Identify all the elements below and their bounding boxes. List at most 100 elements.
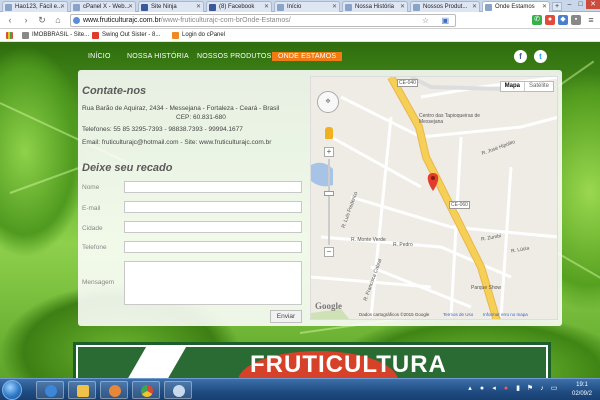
bookmark-label: Login do cPanel bbox=[182, 32, 226, 38]
satellite-view-button[interactable]: Satélite bbox=[523, 82, 553, 91]
facebook-icon[interactable]: f bbox=[514, 50, 527, 63]
zoom-slider-handle[interactable] bbox=[324, 191, 334, 196]
tab-site-ninja[interactable]: Site Ninja ✕ bbox=[138, 1, 204, 12]
url-host: www.fruticulturajc.com.br bbox=[83, 17, 161, 24]
close-icon[interactable]: ✕ bbox=[332, 2, 337, 12]
content-panel: Contate-nos Rua Barão de Aquiraz, 2434 -… bbox=[78, 70, 562, 326]
close-window-button[interactable]: ✕ bbox=[586, 0, 600, 9]
field-label-email: E-mail bbox=[82, 205, 101, 212]
close-icon[interactable]: ✕ bbox=[472, 2, 477, 12]
contact-title: Contate-nos bbox=[82, 85, 147, 97]
zoom-slider-track[interactable] bbox=[328, 159, 330, 245]
tray-monitor-icon[interactable]: ▭ bbox=[550, 385, 558, 393]
brand-banner: FRUTICULTURA bbox=[73, 342, 551, 378]
start-button[interactable] bbox=[2, 380, 22, 400]
tray-flag-icon[interactable]: ⚑ bbox=[526, 385, 534, 393]
tray-sound-icon[interactable]: ♪ bbox=[538, 385, 546, 393]
send-button[interactable]: Enviar bbox=[270, 310, 302, 323]
extension-icon[interactable]: ◆ bbox=[558, 15, 568, 25]
taskbar-chrome[interactable] bbox=[132, 381, 160, 399]
map-embed[interactable]: Centro das Tapioqueiras de Messejana R. … bbox=[310, 76, 558, 320]
reload-icon[interactable]: ↻ bbox=[36, 14, 48, 26]
whatsapp-icon[interactable]: ✆ bbox=[532, 15, 542, 25]
extension-icon[interactable]: ▪ bbox=[571, 15, 581, 25]
zoom-out-button[interactable]: − bbox=[324, 247, 334, 257]
tab-favicon bbox=[413, 4, 420, 11]
map-report-link[interactable]: Informar erro no mapa bbox=[483, 310, 528, 319]
message-field[interactable] bbox=[124, 261, 302, 305]
tab-favicon bbox=[277, 4, 284, 11]
apps-icon bbox=[6, 32, 13, 39]
tab-label: Site Ninja bbox=[151, 4, 177, 10]
close-icon[interactable]: ✕ bbox=[542, 2, 547, 12]
city-field[interactable] bbox=[124, 221, 302, 233]
tab-facebook[interactable]: (8) Facebook ✕ bbox=[206, 1, 272, 12]
extension-icon[interactable]: ● bbox=[545, 15, 555, 25]
banner-background: FRUTICULTURA bbox=[78, 345, 546, 378]
tab-label: (8) Facebook bbox=[219, 4, 255, 10]
app-icon bbox=[173, 385, 185, 397]
home-icon[interactable]: ⌂ bbox=[52, 14, 64, 26]
twitter-icon[interactable]: t bbox=[534, 50, 547, 63]
close-icon[interactable]: ✕ bbox=[264, 2, 269, 12]
taskbar-ie[interactable] bbox=[36, 381, 64, 399]
page-icon bbox=[22, 32, 29, 39]
tab-nossos-produtos[interactable]: Nossos Produt... ✕ bbox=[410, 1, 480, 12]
tab-nossa-historia[interactable]: Nossa História ✕ bbox=[342, 1, 408, 12]
tab-strip: Hao123, Fácil e... ✕ cPanel X - Web... ✕ S… bbox=[0, 0, 600, 12]
address-bar[interactable]: www.fruticulturajc.com.br/www-fruticultu… bbox=[70, 14, 456, 27]
close-icon[interactable]: ✕ bbox=[400, 2, 405, 12]
phone-field[interactable] bbox=[124, 241, 302, 253]
pan-control-icon[interactable]: ✥ bbox=[317, 91, 339, 113]
tab-label: Nossa História bbox=[355, 4, 395, 10]
map-view-button[interactable]: Mapa bbox=[501, 82, 524, 91]
star-icon[interactable]: ☆ bbox=[422, 15, 429, 26]
system-clock[interactable]: 19:1 02/09/2 bbox=[568, 381, 596, 399]
forward-icon[interactable]: › bbox=[20, 14, 32, 26]
name-field[interactable] bbox=[124, 181, 302, 193]
email-field[interactable] bbox=[124, 201, 302, 213]
tray-volume-icon[interactable]: ◂ bbox=[490, 385, 498, 393]
map-footer: Dados cartográficos ©2015 Google Termos … bbox=[311, 310, 557, 319]
bookmark-login-cpanel[interactable]: Login do cPanel bbox=[172, 29, 225, 42]
taskbar-explorer[interactable] bbox=[68, 381, 96, 399]
tray-network-icon[interactable]: ▮ bbox=[514, 385, 522, 393]
tab-onde-estamos[interactable]: Onde Estamos ✕ bbox=[482, 1, 550, 12]
tray-antivirus-icon[interactable]: ● bbox=[502, 385, 510, 393]
tab-label: Onde Estamos bbox=[495, 4, 535, 10]
close-icon[interactable]: ✕ bbox=[60, 2, 65, 12]
banner-logo-text: FRUTICULTURA bbox=[250, 351, 447, 378]
maximize-icon[interactable]: □ bbox=[575, 0, 586, 9]
minimize-icon[interactable]: – bbox=[564, 0, 575, 9]
close-icon[interactable]: ✕ bbox=[128, 2, 133, 12]
browser-toolbar: ‹ › ↻ ⌂ www.fruticulturajc.com.br/www-fr… bbox=[0, 12, 600, 29]
taskbar-media[interactable] bbox=[100, 381, 128, 399]
translate-icon[interactable]: ▣ bbox=[441, 15, 449, 26]
map-terms-link[interactable]: Termos de Uso bbox=[443, 310, 473, 319]
close-icon[interactable]: ✕ bbox=[196, 2, 201, 12]
tab-cpanel[interactable]: cPanel X - Web... ✕ bbox=[70, 1, 136, 12]
tab-hao123[interactable]: Hao123, Fácil e... ✕ bbox=[2, 1, 68, 12]
bookmark-swing-out-sister[interactable]: Swing Out Sister - 8... bbox=[92, 29, 160, 42]
tab-label: Nossos Produt... bbox=[423, 4, 468, 10]
nav-onde-estamos[interactable]: ONDE ESTAMOS bbox=[272, 52, 343, 61]
tray-up-arrow-icon[interactable]: ▴ bbox=[466, 385, 474, 393]
nav-nossa-historia[interactable]: NOSSA HISTÓRIA bbox=[127, 53, 189, 60]
street-view-pegman-icon[interactable] bbox=[325, 127, 333, 139]
back-icon[interactable]: ‹ bbox=[4, 14, 16, 26]
tray-app-icon[interactable]: ● bbox=[478, 385, 486, 393]
internet-explorer-icon bbox=[45, 385, 57, 397]
address-line: Rua Barão de Aquiraz, 2434 - Messejana -… bbox=[82, 105, 280, 112]
tab-inicio[interactable]: Início ✕ bbox=[274, 1, 340, 12]
zoom-in-button[interactable]: + bbox=[324, 147, 334, 157]
email-and-site: Email: fruticulturajc@hotmail.com - Site… bbox=[82, 139, 272, 146]
bookmark-imobbrasil[interactable]: IMOBBRASIL - Site... bbox=[22, 29, 89, 42]
nav-inicio[interactable]: INÍCIO bbox=[88, 53, 111, 60]
site-info-icon[interactable] bbox=[73, 17, 80, 24]
menu-icon[interactable]: ≡ bbox=[586, 15, 596, 25]
taskbar-app[interactable] bbox=[164, 381, 192, 399]
nav-nossos-produtos[interactable]: NOSSOS PRODUTOS bbox=[197, 53, 271, 60]
folder-icon bbox=[77, 385, 89, 397]
new-tab-button[interactable]: + bbox=[552, 2, 562, 11]
chrome-icon bbox=[141, 385, 153, 397]
